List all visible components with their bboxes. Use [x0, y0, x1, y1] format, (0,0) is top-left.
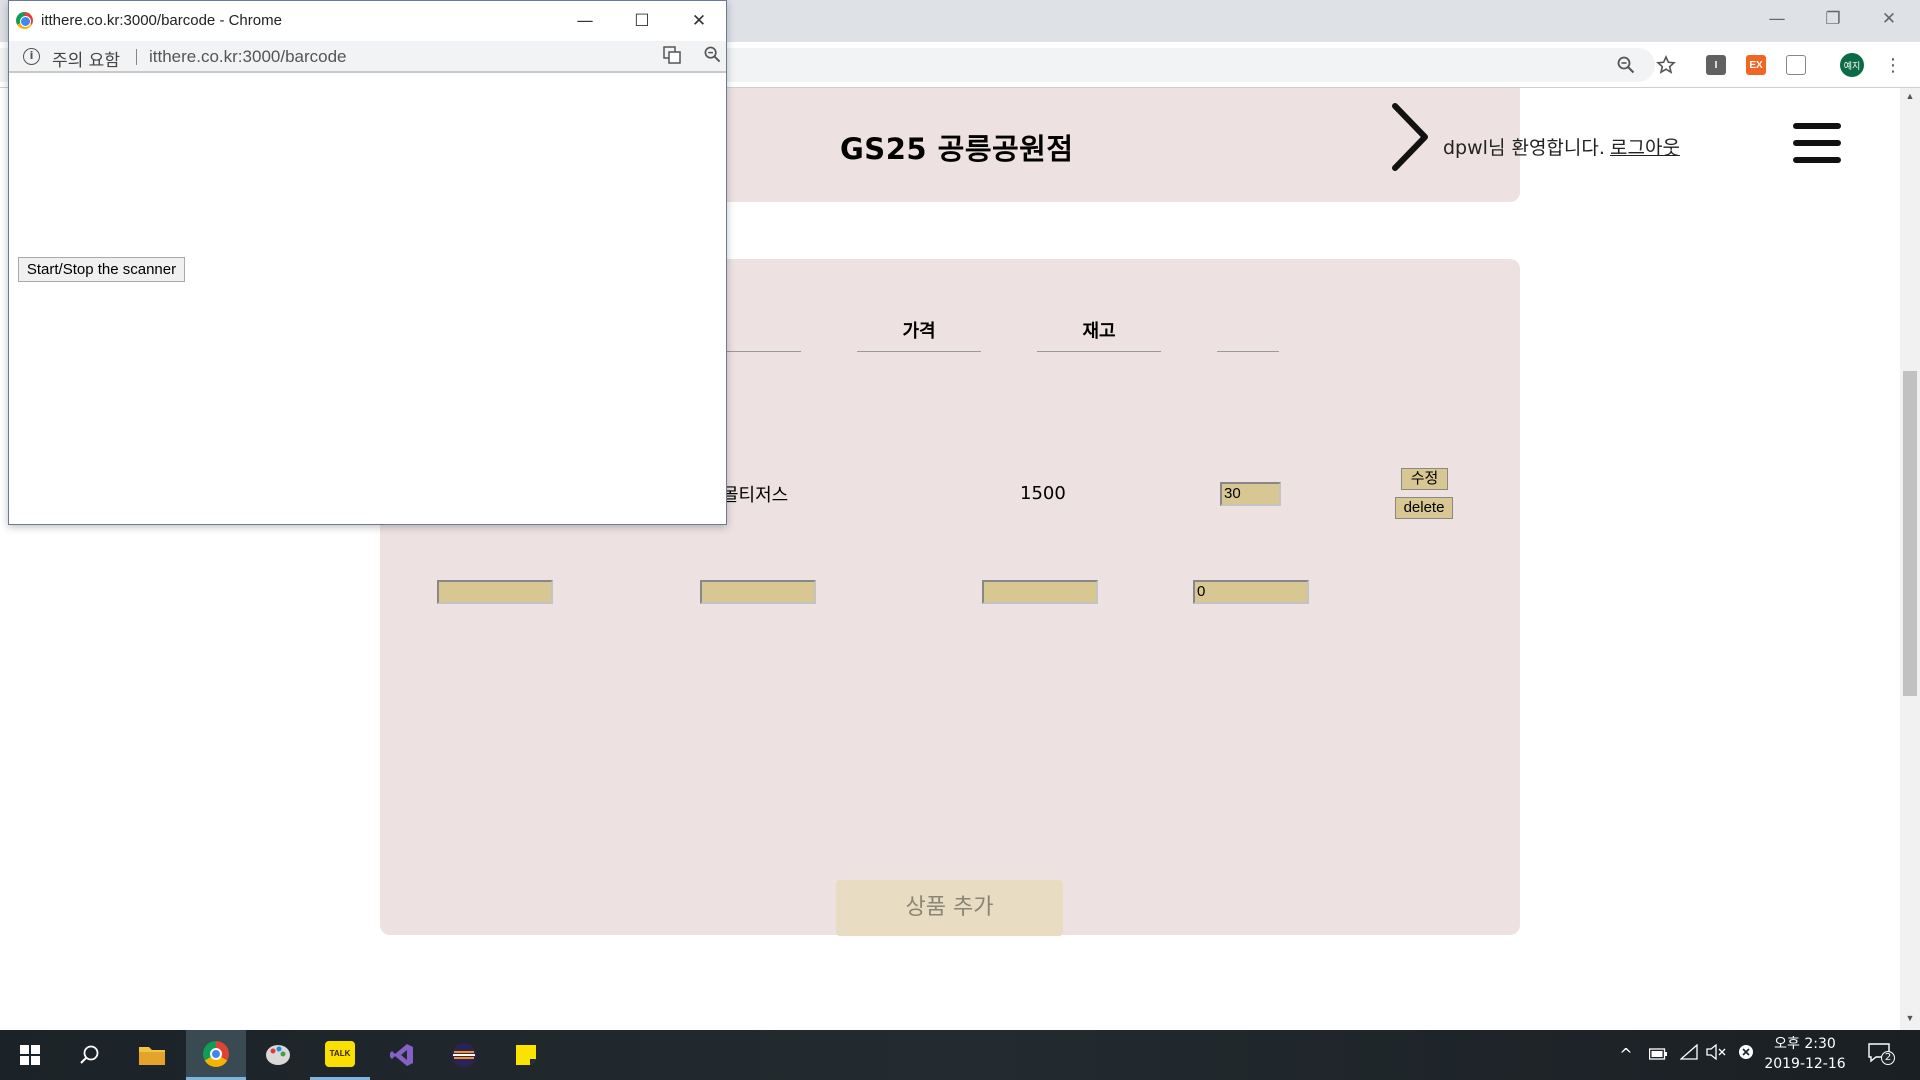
- file-explorer-icon[interactable]: [122, 1030, 182, 1080]
- popup-url[interactable]: itthere.co.kr:3000/barcode: [149, 47, 347, 67]
- status-x-icon[interactable]: [1734, 1043, 1758, 1067]
- eclipse-icon[interactable]: [434, 1030, 494, 1080]
- header-underline: [725, 351, 801, 352]
- new-barcode-input[interactable]: [437, 580, 553, 604]
- header-underline: [1037, 351, 1161, 352]
- clock-time: 오후 2:30: [1774, 1036, 1836, 1052]
- profile-avatar[interactable]: 예지: [1840, 53, 1864, 77]
- store-title: GS25 공릉공원점: [840, 132, 1074, 166]
- minimize-button[interactable]: —: [1754, 0, 1800, 38]
- wifi-icon[interactable]: [1677, 1043, 1701, 1067]
- scroll-up-icon[interactable]: ▲: [1900, 91, 1920, 105]
- barcode-popup-window: itthere.co.kr:3000/barcode - Chrome — ☐ …: [8, 0, 727, 525]
- taskbar-clock[interactable]: 오후 2:30 2019-12-16: [1760, 1034, 1850, 1074]
- sticky-notes-icon[interactable]: [496, 1030, 556, 1080]
- new-name-input[interactable]: [700, 580, 816, 604]
- kakaotalk-label: TALK: [325, 1040, 355, 1067]
- info-icon[interactable]: i: [23, 48, 40, 65]
- chevron-right-icon[interactable]: [1383, 102, 1443, 172]
- header-underline: [1217, 351, 1279, 352]
- page-scrollbar[interactable]: ▲ ▼: [1900, 88, 1920, 1030]
- delete-button[interactable]: delete: [1395, 497, 1453, 519]
- kakaotalk-icon[interactable]: TALK: [310, 1030, 370, 1080]
- battery-icon[interactable]: [1646, 1043, 1670, 1067]
- address-separator: [136, 49, 137, 65]
- windows-taskbar: TALK ^ 오후 2:30 2019-12-16 2: [0, 1030, 1920, 1080]
- paint-icon[interactable]: [248, 1030, 308, 1080]
- chrome-icon[interactable]: [186, 1030, 246, 1080]
- close-button[interactable]: ✕: [1866, 0, 1912, 38]
- popup-close-button[interactable]: ✕: [676, 5, 722, 37]
- security-warning[interactable]: 주의 요함: [52, 46, 120, 71]
- popup-title: itthere.co.kr:3000/barcode - Chrome: [41, 12, 282, 29]
- zoom-icon[interactable]: [1613, 52, 1639, 78]
- header-underline: [857, 351, 981, 352]
- hamburger-menu-icon[interactable]: [1793, 123, 1841, 163]
- popup-maximize-button[interactable]: ☐: [619, 5, 665, 37]
- new-stock-input[interactable]: 0: [1193, 580, 1309, 604]
- clock-date: 2019-12-16: [1764, 1056, 1846, 1072]
- scrollbar-thumb[interactable]: [1903, 371, 1917, 696]
- popup-titlebar: itthere.co.kr:3000/barcode - Chrome — ☐ …: [9, 1, 726, 41]
- new-price-input[interactable]: [982, 580, 1098, 604]
- action-center-icon[interactable]: 2: [1867, 1043, 1895, 1067]
- extension-cast-icon[interactable]: [1786, 55, 1806, 75]
- menu-dots-icon[interactable]: ⋮: [1880, 52, 1906, 78]
- start-stop-scanner-button[interactable]: Start/Stop the scanner: [18, 257, 185, 282]
- scroll-down-icon[interactable]: ▼: [1900, 1013, 1920, 1027]
- welcome-text: dpwl님 환영합니다.: [1443, 137, 1605, 159]
- chrome-logo-icon: [16, 12, 33, 29]
- add-product-button[interactable]: 상품 추가: [836, 880, 1063, 936]
- visual-studio-icon[interactable]: [372, 1030, 432, 1080]
- popup-zoom-icon[interactable]: [701, 46, 723, 68]
- stock-input[interactable]: 30: [1220, 482, 1281, 506]
- volume-muted-icon[interactable]: [1704, 1043, 1728, 1067]
- extension-i-icon[interactable]: I: [1706, 55, 1726, 75]
- popup-address-bar[interactable]: i 주의 요함 itthere.co.kr:3000/barcode: [9, 41, 726, 73]
- start-icon[interactable]: [0, 1030, 60, 1080]
- edit-button[interactable]: 수정: [1401, 468, 1448, 490]
- notification-count: 2: [1881, 1051, 1895, 1065]
- search-icon[interactable]: [60, 1030, 120, 1080]
- star-icon[interactable]: [1653, 52, 1679, 78]
- extension-ex-icon[interactable]: EX: [1746, 55, 1766, 75]
- restore-button[interactable]: ❐: [1810, 0, 1856, 38]
- tray-expand-icon[interactable]: ^: [1614, 1043, 1638, 1067]
- translate-icon[interactable]: [661, 46, 683, 68]
- popup-minimize-button[interactable]: —: [562, 5, 608, 37]
- column-header-stock: 재고: [1082, 321, 1116, 342]
- product-name-cell: 몰티저스: [722, 485, 789, 506]
- product-price-cell: 1500: [1020, 483, 1066, 504]
- logout-link[interactable]: 로그아웃: [1610, 133, 1680, 160]
- column-header-price: 가격: [902, 321, 936, 342]
